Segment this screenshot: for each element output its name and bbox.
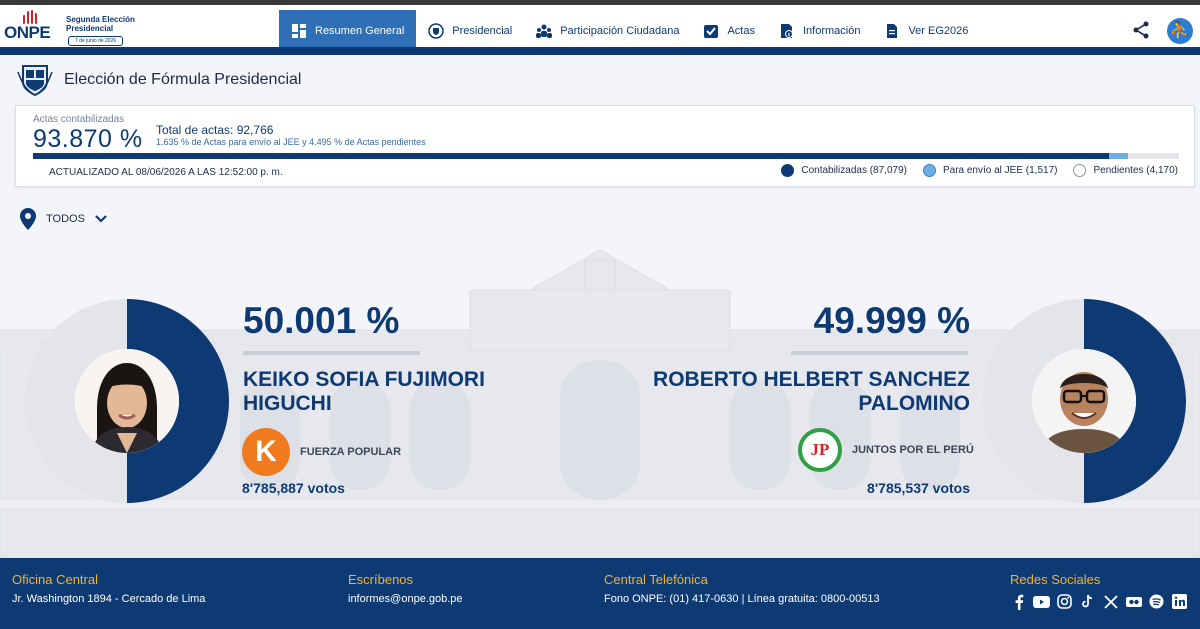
candidate-1-percent: 50.001 % [243,300,400,341]
total-actas: Total de actas: 92,766 [156,123,274,137]
actas-progress-bar [33,153,1179,159]
ballot-hand-icon [22,9,38,24]
flickr-icon[interactable] [1125,593,1142,610]
onpe-logo[interactable]: ONPE Segunda Elección Presidencial 7 de … [4,9,144,47]
main-nav: Resumen General Presidencial Participaci… [279,10,980,52]
footer-office-title: Oficina Central [12,572,98,587]
page-title: Elección de Fórmula Presidencial [64,71,302,88]
candidate-1-rule [243,351,420,355]
youtube-icon[interactable] [1033,593,1050,610]
candidate-2-photo [1032,349,1136,453]
dashboard-icon [292,24,306,38]
fuerza-popular-logo: K [242,428,290,476]
region-filter-dropdown[interactable]: TODOS [20,208,107,230]
document-icon [887,24,898,38]
spotify-icon[interactable] [1148,593,1165,610]
candidate-2-name: ROBERTO HELBERT SANCHEZ PALOMINO [610,368,970,416]
footer-office-address: Jr. Washington 1894 - Cercado de Lima [12,593,206,605]
site-header: ONPE Segunda Elección Presidencial 7 de … [0,5,1200,52]
nav-label: Presidencial [452,25,513,37]
progress-summary-card: Actas contabilizadas 93.870 % Total de a… [15,105,1195,187]
social-links [1010,593,1188,610]
nav-label: Participación Ciudadana [560,25,680,37]
nav-label: Actas [727,25,755,37]
candidate-2-rule [791,351,968,355]
footer-phone-title: Central Telefónica [604,572,708,587]
logo-title: Segunda Elección Presidencial [66,15,135,33]
info-document-icon [780,24,793,38]
legend-label: Pendientes (4,170) [1093,165,1178,176]
candidate-2-percent: 49.999 % [813,300,970,341]
share-icon[interactable] [1132,21,1150,39]
chevron-down-icon [95,215,107,223]
candidate-1-votes: 8'785,887 votos [242,480,345,496]
juntos-por-el-peru-logo: JP [798,428,842,472]
footer-phone: Central Telefónica Fono ONPE: (01) 417-0… [604,572,880,605]
legend-dot [781,164,795,177]
accessibility-icon[interactable]: ⛹ [1167,18,1193,44]
legend-dot [922,164,936,177]
candidate-1-party: K FUERZA POPULAR [242,428,401,476]
counted-label: Actas contabilizadas [33,114,125,125]
progress-legend: Contabilizadas (87,079) Para envío al JE… [781,164,1178,177]
x-icon[interactable] [1102,593,1119,610]
candidate-2-votes: 8'785,537 votos [867,480,970,496]
legend-jee: Para envío al JEE (1,517) [922,164,1058,177]
tiktok-icon[interactable] [1079,593,1096,610]
footer-write-title: Escríbenos [348,572,414,587]
legend-counted: Contabilizadas (87,079) [781,164,907,177]
footer-phone-text: Fono ONPE: (01) 417-0630 | Línea gratuit… [604,593,880,605]
checkbox-icon [704,25,719,38]
nav-label: Información [802,25,861,37]
location-pin-icon [20,208,36,230]
candidate-1-photo [75,349,179,453]
candidate-2-name-line1: ROBERTO HELBERT SANCHEZ [653,368,970,391]
nav-participacion[interactable]: Participación Ciudadana [524,10,691,52]
party-name: FUERZA POPULAR [300,446,402,458]
facebook-icon[interactable] [1010,593,1027,610]
legend-label: Contabilizadas (87,079) [801,165,907,176]
nav-label: Ver EG2026 [908,25,969,37]
people-icon [536,24,553,38]
nav-resumen-general[interactable]: Resumen General [279,10,417,52]
progress-counted-segment [33,153,1109,159]
page-header: Elección de Fórmula Presidencial [16,62,301,98]
counted-percent: 93.870 % [33,125,143,153]
nav-ver-eg2026[interactable]: Ver EG2026 [872,10,980,52]
candidate-portrait-icon [1032,349,1136,453]
updated-timestamp: ACTUALIZADO AL 08/06/2026 A LAS 12:52:00… [49,167,283,178]
candidate-1-name: KEIKO SOFIA FUJIMORI HIGUCHI [243,368,485,416]
instagram-icon[interactable] [1056,593,1073,610]
site-footer: Oficina Central Jr. Washington 1894 - Ce… [0,558,1200,629]
footer-social-title: Redes Sociales [1010,572,1101,587]
nav-presidencial[interactable]: Presidencial [416,10,524,52]
candidate-2-party: JP JUNTOS POR EL PERÚ [798,428,974,472]
candidate-1-name-line2: HIGUCHI [243,392,332,415]
party-name: JUNTOS POR EL PERÚ [852,444,974,456]
legend-label: Para envío al JEE (1,517) [942,165,1058,176]
candidate-2-name-line2: PALOMINO [858,392,970,415]
footer-write: Escríbenos informes@onpe.gob.pe [348,572,463,605]
legend-dot [1073,164,1087,177]
nav-label: Resumen General [315,25,405,37]
header-divider [0,47,1200,55]
linkedin-icon[interactable] [1171,593,1188,610]
candidate-portrait-icon [75,349,179,453]
logo-date: 7 de junio de 2026 [68,36,124,46]
nav-actas[interactable]: Actas [691,10,767,52]
footer-office: Oficina Central Jr. Washington 1894 - Ce… [12,572,205,605]
legend-pending: Pendientes (4,170) [1073,164,1178,177]
footer-email-link[interactable]: informes@onpe.gob.pe [348,593,463,605]
logo-brand: ONPE [4,23,51,42]
national-shield-icon [17,65,53,97]
progress-jee-segment [1109,153,1128,159]
actas-subtext: 1.635 % de Actas para envío al JEE y 4.4… [156,137,426,147]
candidate-1-name-line1: KEIKO SOFIA FUJIMORI [243,368,485,391]
national-shield-icon [428,23,445,39]
nav-informacion[interactable]: Información [767,10,872,52]
footer-socials: Redes Sociales [1010,572,1188,610]
filter-label: TODOS [46,213,85,225]
